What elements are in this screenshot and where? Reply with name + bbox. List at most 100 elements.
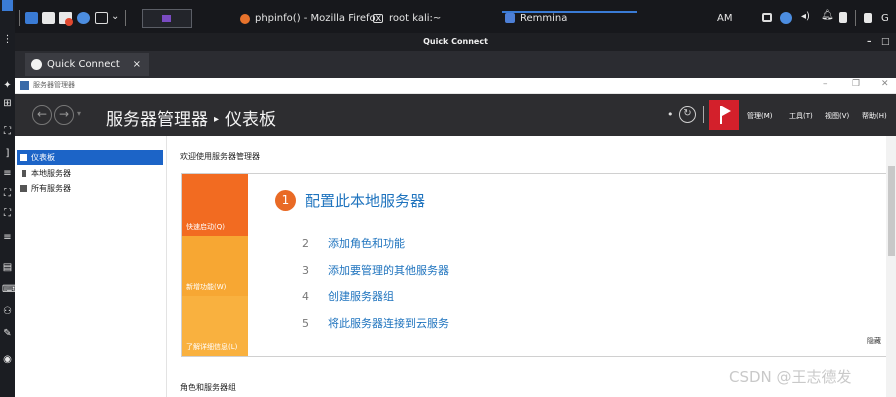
monitor-icon[interactable]: ▤: [2, 262, 13, 273]
menu-manage[interactable]: 管理(M): [747, 111, 773, 121]
roles-heading: 角色和服务器组: [180, 383, 236, 392]
tab-close-button[interactable]: ×: [133, 53, 141, 76]
breadcrumb-root[interactable]: 服务器管理器: [106, 110, 208, 130]
step-number: 3: [302, 264, 309, 277]
refresh-icon[interactable]: ↻: [679, 106, 696, 123]
chevron-down-icon[interactable]: ▾: [77, 109, 81, 118]
step-add-servers[interactable]: 3 添加要管理的其他服务器: [302, 262, 449, 278]
step-number: 4: [302, 290, 309, 303]
remmina-task[interactable]: Remmina: [520, 13, 567, 24]
expand-icon[interactable]: ⛶: [2, 126, 13, 137]
firefox-icon: [240, 14, 250, 24]
step-add-roles[interactable]: 2 添加角色和功能: [302, 235, 405, 251]
whats-new-label: 新增功能(W): [186, 283, 227, 291]
display-icon[interactable]: [762, 13, 772, 22]
configure-local-server-link[interactable]: 配置此本地服务器: [305, 190, 425, 211]
menu-help[interactable]: 帮助(H): [862, 111, 887, 121]
window-close-button[interactable]: ✕: [881, 79, 889, 89]
sidebar-item-label: 所有服务器: [31, 184, 71, 193]
menu-view[interactable]: 视图(V): [825, 111, 849, 121]
list-icon[interactable]: ≡: [2, 168, 13, 179]
server-manager-header: ← → ▾ 服务器管理器 ▸ 仪表板 • ↻ 管理(M) 工具(T) 视图(V) 帮…: [15, 94, 896, 136]
remmina-tabbar: Quick Connect ×: [15, 51, 896, 78]
window-restore-button[interactable]: ❐: [852, 79, 860, 89]
sidebar-item-all-servers[interactable]: 所有服务器: [17, 181, 163, 196]
tab-quick-connect[interactable]: Quick Connect ×: [25, 53, 149, 76]
remmina-minimize-button[interactable]: –: [867, 33, 872, 51]
sidebar-item-dashboard[interactable]: 仪表板: [17, 150, 163, 165]
show-desktop-icon[interactable]: [25, 12, 38, 24]
breadcrumb: 服务器管理器 ▸ 仪表板: [106, 105, 276, 130]
shrink-icon[interactable]: ⛶: [2, 208, 13, 219]
sidebar-item-label: 仪表板: [31, 153, 55, 162]
file-manager-icon[interactable]: [42, 12, 55, 24]
menu-tools[interactable]: 工具(T): [789, 111, 813, 121]
sidebar-item-label: 本地服务器: [31, 169, 71, 178]
welcome-heading: 欢迎使用服务器管理器: [180, 152, 260, 161]
whats-new-tile[interactable]: 新增功能(W): [182, 236, 248, 296]
window-titlebar: 服务器管理器 – ❐ ✕: [15, 78, 896, 94]
server-manager-icon: [20, 81, 29, 90]
quick-connect-icon: [31, 59, 42, 70]
server-icon: [22, 170, 26, 177]
kali-side-dock: ⋮ ✦ ⊞ ⛶ ] ≡ ⛶ ⛶ ≡ ▤ ⌨ ⚇ ✎ ◉: [0, 0, 16, 397]
window-title: 服务器管理器: [33, 81, 75, 89]
chevron-down-icon[interactable]: ⌄: [111, 11, 119, 22]
window-minimize-button[interactable]: –: [823, 79, 828, 89]
screen: ⋮ ✦ ⊞ ⛶ ] ≡ ⛶ ⛶ ≡ ▤ ⌨ ⚇ ✎ ◉ ⌄ phpinfo() …: [0, 0, 896, 397]
record-icon[interactable]: ◉: [2, 354, 13, 365]
volume-icon[interactable]: ◂): [801, 11, 810, 22]
box-plus-icon[interactable]: ⊞: [2, 98, 13, 109]
refresh-dropdown-icon[interactable]: •: [667, 108, 674, 121]
power-icon[interactable]: G: [881, 13, 889, 24]
step-number: 5: [302, 317, 309, 330]
terminal-task[interactable]: root kali:~: [389, 13, 441, 24]
bracket-icon[interactable]: ]: [2, 148, 13, 159]
taskbar-separator: [855, 10, 856, 26]
step-link[interactable]: 添加要管理的其他服务器: [328, 264, 449, 277]
dashboard-content: 欢迎使用服务器管理器 快速启动(Q) 新增功能(W) 了解详细信息(L) 1 配…: [168, 136, 896, 397]
battery-icon[interactable]: [839, 12, 847, 23]
step-link[interactable]: 添加角色和功能: [328, 237, 405, 250]
step-create-group[interactable]: 4 创建服务器组: [302, 288, 394, 304]
breadcrumb-page: 仪表板: [225, 110, 277, 130]
remmina-icon: [505, 13, 515, 23]
step-connect-cloud[interactable]: 5 将此服务器连接到云服务: [302, 315, 449, 331]
remmina-maximize-button[interactable]: □: [881, 33, 890, 51]
keyboard-icon[interactable]: ⌨: [2, 284, 16, 295]
remmina-window-title: Quick Connect: [423, 37, 488, 46]
lock-icon[interactable]: [864, 13, 872, 23]
csdn-watermark: CSDN @王志德发: [729, 368, 852, 386]
network-icon[interactable]: [780, 12, 792, 24]
fullscreen-icon[interactable]: ⛶: [2, 188, 13, 199]
breadcrumb-arrow-icon: ▸: [214, 114, 220, 125]
clock-text[interactable]: AM: [717, 13, 732, 24]
step-number-badge: 1: [275, 190, 296, 211]
quick-start-panel: 快速启动(Q) 新增功能(W) 了解详细信息(L) 1 配置此本地服务器 2 添加…: [181, 173, 890, 357]
browser-icon[interactable]: [77, 12, 90, 24]
menu-dots-icon[interactable]: ⋮: [2, 34, 13, 45]
step-number: 2: [302, 237, 309, 250]
learn-more-tile[interactable]: 了解详细信息(L): [182, 296, 248, 356]
step-link[interactable]: 创建服务器组: [328, 290, 394, 303]
vertical-scrollbar[interactable]: [886, 136, 896, 397]
scrollbar-thumb[interactable]: [888, 166, 895, 256]
firefox-task[interactable]: phpinfo() - Mozilla Firefox: [255, 13, 381, 24]
notification-bell-icon[interactable]: 🔔︎: [821, 10, 834, 21]
notifications-flag-icon[interactable]: [709, 100, 739, 130]
step-link[interactable]: 将此服务器连接到云服务: [328, 317, 449, 330]
back-arrow-icon[interactable]: ←: [32, 105, 52, 125]
menu-icon[interactable]: ≡: [2, 232, 13, 243]
kali-dragon-icon[interactable]: [2, 0, 13, 11]
sidebar-item-local-server[interactable]: 本地服务器: [17, 166, 163, 181]
tab-quick-connect-label: Quick Connect: [47, 59, 120, 70]
terminal-icon[interactable]: [95, 12, 108, 24]
pin-icon[interactable]: ✦: [2, 80, 13, 91]
active-task-indicator: [502, 11, 637, 13]
quick-start-tile[interactable]: 快速启动(Q): [182, 174, 248, 236]
tool-icon[interactable]: ✎: [2, 328, 13, 339]
hide-link[interactable]: 隐藏: [867, 336, 881, 346]
active-workspace-button[interactable]: [142, 9, 192, 28]
users-icon[interactable]: ⚇: [2, 306, 13, 317]
forward-arrow-icon[interactable]: →: [54, 105, 74, 125]
